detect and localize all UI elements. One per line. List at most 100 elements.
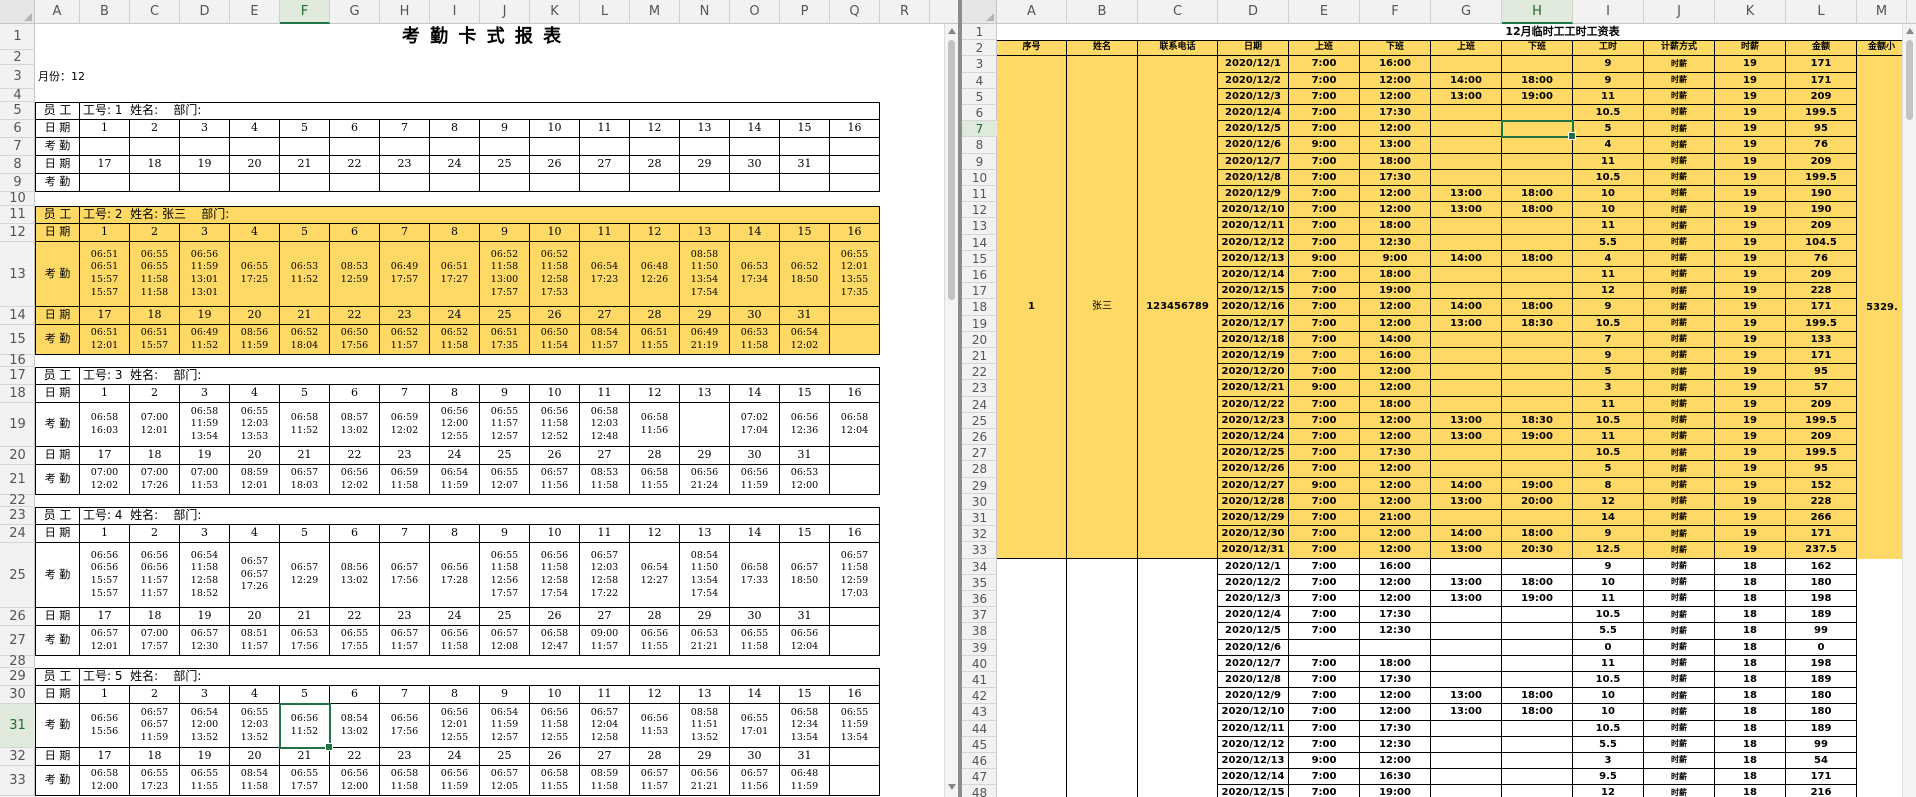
row-header[interactable]: 33 <box>962 542 997 559</box>
column-header-B[interactable]: B <box>1067 0 1138 24</box>
column-header-G[interactable]: G <box>330 0 380 24</box>
row-header[interactable]: 24 <box>0 525 35 543</box>
row-header[interactable]: 43 <box>962 704 997 721</box>
column-header-F[interactable]: F <box>1360 0 1431 24</box>
row-header[interactable]: 32 <box>0 748 35 766</box>
row-header[interactable]: 11 <box>962 186 997 203</box>
row-header[interactable]: 22 <box>0 494 35 507</box>
scroll-up-arrow[interactable] <box>948 28 956 34</box>
column-header-A[interactable]: A <box>997 0 1067 24</box>
row-header[interactable]: 26 <box>0 608 35 626</box>
row-header[interactable]: 4 <box>962 73 997 89</box>
scrollbar-thumb[interactable] <box>1906 40 1913 120</box>
row-header[interactable]: 20 <box>962 332 997 348</box>
select-all-corner[interactable] <box>962 0 997 24</box>
column-header-L[interactable]: L <box>580 0 630 24</box>
column-header-D[interactable]: D <box>180 0 230 24</box>
row-header[interactable]: 7 <box>0 138 35 156</box>
row-header[interactable]: 16 <box>0 354 35 367</box>
row-header[interactable]: 13 <box>962 218 997 235</box>
row-header[interactable]: 28 <box>0 655 35 668</box>
row-header[interactable]: 10 <box>962 170 997 186</box>
row-header[interactable]: 11 <box>0 206 35 224</box>
row-header[interactable]: 25 <box>962 413 997 429</box>
column-header-A[interactable]: A <box>35 0 80 24</box>
row-header[interactable]: 10 <box>0 192 35 206</box>
row-header[interactable]: 47 <box>962 769 997 786</box>
row-header[interactable]: 21 <box>0 465 35 495</box>
row-header[interactable]: 17 <box>0 367 35 385</box>
row-header[interactable]: 2 <box>962 40 997 57</box>
row-header[interactable]: 42 <box>962 688 997 705</box>
row-header[interactable]: 45 <box>962 737 997 753</box>
column-header-E[interactable]: E <box>1289 0 1360 24</box>
row-header[interactable]: 7 <box>962 121 997 138</box>
column-header-M[interactable]: M <box>1857 0 1907 24</box>
row-header[interactable]: 31 <box>0 704 35 748</box>
row-header[interactable]: 25 <box>0 543 35 608</box>
row-header[interactable]: 18 <box>0 385 35 403</box>
row-header[interactable]: 21 <box>962 348 997 365</box>
scrollbar-thumb[interactable] <box>948 40 955 300</box>
row-header[interactable]: 30 <box>0 686 35 704</box>
vertical-scrollbar[interactable] <box>944 24 958 797</box>
row-header[interactable]: 8 <box>962 137 997 154</box>
column-header-N[interactable]: N <box>680 0 730 24</box>
row-header[interactable]: 12 <box>0 224 35 242</box>
row-header[interactable]: 37 <box>962 607 997 624</box>
row-header[interactable]: 1 <box>0 24 35 50</box>
row-header[interactable]: 17 <box>962 283 997 300</box>
row-header[interactable]: 3 <box>962 56 997 73</box>
sheet-grid[interactable]: 考 勤 卡 式 报 表月份：12 员 工工号: 1 姓名: 部门: 日 期12345… <box>35 24 958 797</box>
column-header-G[interactable]: G <box>1431 0 1502 24</box>
column-header-L[interactable]: L <box>1786 0 1857 24</box>
row-header[interactable]: 14 <box>962 235 997 251</box>
row-header[interactable]: 6 <box>0 120 35 138</box>
column-header-M[interactable]: M <box>630 0 680 24</box>
row-header[interactable]: 31 <box>962 510 997 527</box>
row-header[interactable]: 29 <box>962 478 997 494</box>
row-header[interactable]: 40 <box>962 656 997 672</box>
row-header[interactable]: 24 <box>962 397 997 413</box>
select-all-corner[interactable] <box>0 0 35 24</box>
row-header[interactable]: 39 <box>962 640 997 656</box>
column-header-K[interactable]: K <box>530 0 580 24</box>
scroll-up-arrow[interactable] <box>1906 28 1914 34</box>
column-header-P[interactable]: P <box>780 0 830 24</box>
row-header[interactable]: 32 <box>962 526 997 543</box>
row-header[interactable]: 44 <box>962 721 997 737</box>
sheet-grid[interactable]: 12月临时工工时工资表 序号 姓名 联系电话 日期 上班 下班 上班 下班 工时 计薪方式 时薪 金额金… <box>997 24 1916 797</box>
row-header[interactable]: 22 <box>962 364 997 381</box>
column-header-J[interactable]: J <box>1644 0 1715 24</box>
column-header-C[interactable]: C <box>130 0 180 24</box>
row-header[interactable]: 4 <box>0 89 35 102</box>
column-header-D[interactable]: D <box>1218 0 1289 24</box>
column-header-I[interactable]: I <box>430 0 480 24</box>
row-header[interactable]: 41 <box>962 672 997 689</box>
column-header-Q[interactable]: Q <box>830 0 880 24</box>
row-header[interactable]: 13 <box>0 242 35 307</box>
row-header[interactable]: 2 <box>0 50 35 65</box>
row-header[interactable]: 19 <box>0 403 35 447</box>
vertical-scrollbar[interactable] <box>1902 24 1916 797</box>
row-header[interactable]: 15 <box>962 251 997 267</box>
row-header[interactable]: 8 <box>0 156 35 174</box>
row-header[interactable]: 28 <box>962 461 997 478</box>
row-header[interactable]: 30 <box>962 494 997 510</box>
row-header[interactable]: 48 <box>962 785 997 797</box>
row-header[interactable]: 19 <box>962 316 997 332</box>
row-header[interactable]: 1 <box>962 24 997 41</box>
row-header[interactable]: 9 <box>0 174 35 192</box>
column-header-K[interactable]: K <box>1715 0 1786 24</box>
row-header[interactable]: 38 <box>962 623 997 640</box>
column-header-I[interactable]: I <box>1573 0 1644 24</box>
row-header[interactable]: 15 <box>0 325 35 355</box>
row-header[interactable]: 27 <box>0 626 35 656</box>
column-header-H[interactable]: H <box>1502 0 1573 24</box>
column-header-E[interactable]: E <box>230 0 280 24</box>
row-header[interactable]: 6 <box>962 105 997 122</box>
row-header[interactable]: 23 <box>0 507 35 525</box>
column-header-J[interactable]: J <box>480 0 530 24</box>
row-header[interactable]: 26 <box>962 429 997 446</box>
row-header[interactable]: 3 <box>0 65 35 89</box>
